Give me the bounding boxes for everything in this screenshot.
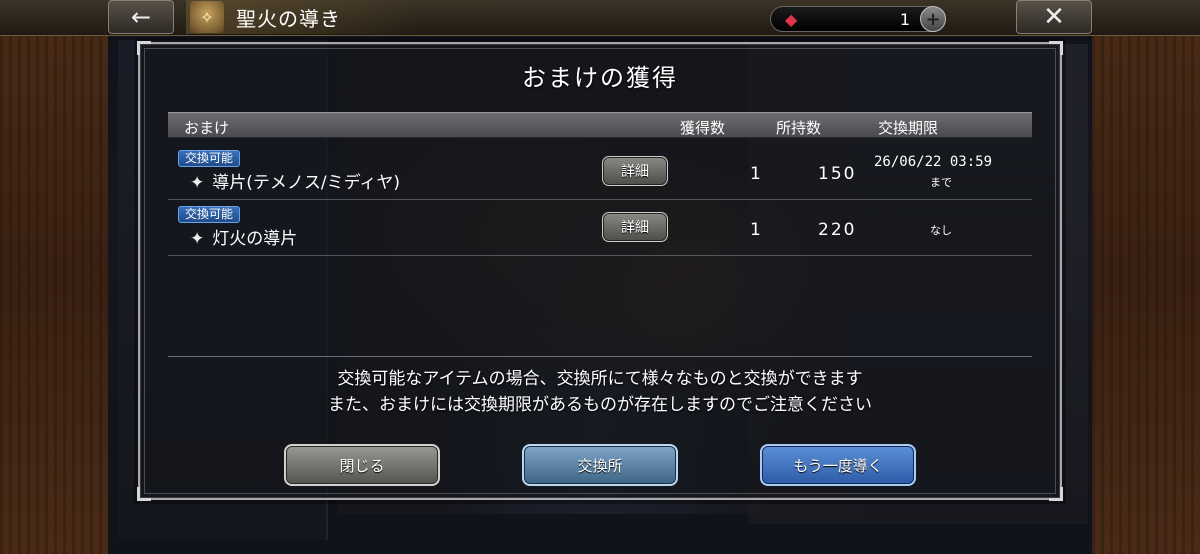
add-gem-button[interactable]: + [920, 6, 946, 32]
frame-corner [137, 41, 151, 55]
table-row: 交換可能 ✦ 灯火の導片 詳細 1 220 なし [168, 204, 1032, 256]
dialog-title: おまけの獲得 [522, 64, 678, 92]
column-header-acquired: 獲得数 [680, 119, 726, 137]
notice-line-1: 交換可能なアイテムの場合、交換所にて様々なものと交換ができます [337, 369, 863, 389]
detail-button[interactable]: 詳細 [602, 212, 668, 242]
expiry-none: なし [930, 224, 952, 237]
divider [168, 356, 1032, 357]
draw-again-button[interactable]: もう一度導く [760, 444, 916, 486]
item-name-text: 導片(テメノス/ミディヤ) [212, 173, 401, 193]
left-arrow-icon: ← [130, 3, 152, 31]
exchangeable-badge: 交換可能 [178, 150, 241, 167]
gem-counter: ◆ 1 + [770, 6, 946, 32]
column-header-owned: 所持数 [776, 119, 822, 137]
table-row: 交換可能 ✦ 導片(テメノス/ミディヤ) 詳細 1 150 26/06/22 03… [168, 148, 1032, 200]
gem-count: 1 [899, 9, 910, 29]
close-icon: ✕ [1043, 2, 1065, 32]
back-button[interactable]: ← [108, 0, 174, 34]
expiry-suffix: まで [930, 176, 952, 189]
notice-line-2: また、おまけには交換期限があるものが存在しますのでご注意ください [328, 395, 872, 415]
screen-title: 聖火の導き [236, 6, 341, 31]
item-name-text: 灯火の導片 [212, 229, 298, 249]
item-name: ✦ 導片(テメノス/ミディヤ) [190, 168, 400, 193]
sparkle-icon: ✦ [190, 173, 205, 193]
close-screen-button[interactable]: ✕ [1016, 0, 1092, 34]
frame-corner [1049, 41, 1063, 55]
notice-text: 交換可能なアイテムの場合、交換所にて様々なものと交換ができます また、おまけには… [140, 366, 1060, 418]
sparkle-icon: ✦ [190, 229, 205, 249]
detail-button[interactable]: 詳細 [602, 156, 668, 186]
wood-frame-left [0, 0, 108, 554]
column-header-item: おまけ [184, 119, 230, 137]
owned-count: 150 [818, 164, 857, 184]
acquired-count: 1 [750, 220, 761, 240]
bonus-acquired-dialog: おまけの獲得 おまけ 獲得数 所持数 交換期限 交換可能 ✦ 導片(テメノス/ミデ… [137, 41, 1063, 501]
expiry-date: 26/06/22 03:59 [874, 154, 993, 170]
close-button[interactable]: 閉じる [284, 444, 440, 486]
plus-icon: + [925, 8, 941, 30]
gem-icon: ◆ [785, 9, 798, 29]
torch-icon: ✧ [190, 1, 224, 33]
exchange-shop-button[interactable]: 交換所 [522, 444, 678, 486]
owned-count: 220 [818, 220, 857, 240]
screen-title-bar: ✧ 聖火の導き [186, 0, 426, 34]
table-header: おまけ 獲得数 所持数 交換期限 [168, 112, 1032, 138]
frame-corner [1049, 487, 1063, 501]
item-name: ✦ 灯火の導片 [190, 224, 297, 249]
wood-frame-right [1092, 0, 1200, 554]
frame-corner [137, 487, 151, 501]
exchangeable-badge: 交換可能 [178, 206, 241, 223]
acquired-count: 1 [750, 164, 761, 184]
column-header-expiry: 交換期限 [878, 119, 939, 137]
